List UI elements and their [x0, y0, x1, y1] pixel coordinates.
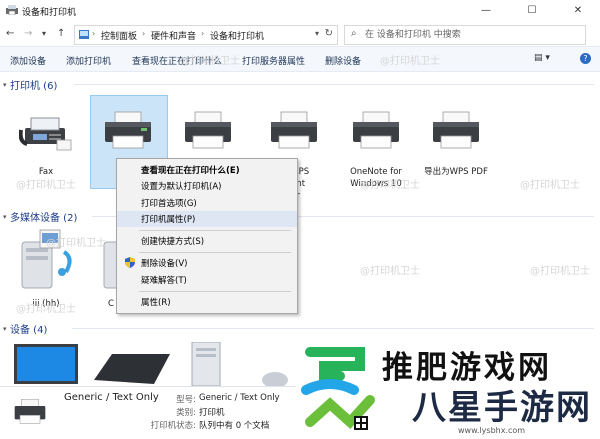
watermark-text: @打印机卫士: [16, 304, 76, 315]
menu-item-create-shortcut[interactable]: 创建快捷方式(S): [117, 233, 297, 249]
menu-item-properties[interactable]: 属性(R): [117, 294, 297, 310]
menu-item-remove-device[interactable]: 删除设备(V): [117, 255, 297, 271]
printer-icon: [271, 111, 317, 149]
mouse-icon: [262, 372, 288, 388]
context-menu: 查看现在正在打印什么(E) 设置为默认打印机(A) 打印首选项(G) 打印机属性…: [116, 158, 298, 314]
breadcrumb-control-panel[interactable]: 控制面板: [101, 29, 137, 42]
promo-logo-icon: [301, 347, 375, 430]
menu-separator: [139, 252, 291, 253]
uac-shield-icon: [125, 257, 135, 268]
menu-item-troubleshoot[interactable]: 疑难解答(T): [117, 272, 297, 288]
printer-icon: [14, 399, 46, 424]
watermark-text: @打印机卫士: [520, 180, 580, 191]
printer-icon: [433, 111, 479, 149]
watermark-text: @打印机卫士: [360, 266, 420, 277]
up-arrow-icon[interactable]: ↑: [57, 28, 65, 39]
breadcrumb-devices-printers[interactable]: 设备和打印机: [210, 29, 264, 42]
menu-item-see-whats-printing[interactable]: 查看现在正在打印什么(E): [117, 162, 297, 178]
breadcrumb-separator: ›: [142, 29, 146, 38]
section-divider: [72, 328, 594, 329]
promo-subtitle: 八星手游网: [412, 388, 592, 428]
keyboard-icon: [94, 354, 170, 384]
details-model-value: Generic / Text Only: [199, 393, 280, 403]
command-bar: 添加设备 添加打印机 查看现在正在打印什么 打印服务器属性 删除设备 ▤ ▾ ?: [0, 46, 600, 72]
details-category-value: 打印机: [199, 408, 225, 418]
monitor-icon: [14, 344, 78, 384]
printers-section-header[interactable]: 打印机 (6): [10, 77, 57, 92]
recent-locations-dropdown-icon[interactable]: ▾: [42, 29, 46, 38]
menu-item-printer-properties[interactable]: 打印机属性(P): [117, 211, 297, 227]
close-button[interactable]: ✕: [556, 0, 600, 22]
forward-arrow-icon[interactable]: →: [24, 28, 32, 39]
details-model-key: 型号:: [176, 395, 196, 405]
details-category-key: 类别:: [176, 408, 196, 418]
breadcrumb-separator: ›: [201, 29, 205, 38]
menu-item-set-default[interactable]: 设置为默认打印机(A): [117, 178, 297, 194]
collapse-chevron-icon[interactable]: ▾: [3, 213, 7, 221]
section-divider: [74, 84, 594, 85]
print-server-properties-button[interactable]: 打印服务器属性: [242, 54, 305, 67]
watermark-text: @打印机卫士: [380, 56, 440, 67]
menu-separator: [139, 230, 291, 231]
printer-folder-icon: [6, 5, 18, 15]
printer-label: 导出为WPS PDF: [424, 167, 488, 177]
menu-separator: [139, 291, 291, 292]
breadcrumb-hardware-sound[interactable]: 硬件和声音: [151, 29, 196, 42]
devices-section-header[interactable]: 设备 (4): [10, 321, 47, 336]
details-device-name: Generic / Text Only: [64, 392, 159, 403]
printer-wps-pdf[interactable]: 导出为WPS PDF: [420, 110, 492, 180]
back-arrow-icon[interactable]: ←: [6, 28, 14, 39]
fax-icon: [19, 117, 72, 151]
search-icon: ⌕: [351, 28, 357, 39]
details-state-key: 打印机状态:: [150, 421, 196, 431]
collapse-chevron-icon[interactable]: ▾: [3, 81, 7, 89]
watermark-text: @打印机卫士: [16, 180, 76, 191]
add-device-button[interactable]: 添加设备: [10, 54, 46, 67]
remove-device-button[interactable]: 删除设备: [325, 54, 361, 67]
multimedia-section-header[interactable]: 多媒体设备 (2): [10, 209, 77, 224]
search-input[interactable]: [365, 28, 575, 41]
search-box[interactable]: ⌕: [344, 25, 586, 45]
minimize-button[interactable]: —: [464, 0, 508, 22]
breadcrumb-separator: ›: [92, 29, 96, 38]
maximize-button[interactable]: ☐: [510, 0, 554, 22]
computer-tower-icon: [191, 342, 221, 387]
watermark-text: @打印机卫士: [46, 238, 106, 249]
promo-url: www.lysbhx.com: [458, 426, 526, 435]
address-dropdown-icon[interactable]: ▾: [315, 29, 319, 38]
printer-icon: [185, 111, 231, 149]
watermark-text: @打印机卫士: [180, 56, 240, 67]
window-title: 设备和打印机: [22, 8, 77, 18]
change-view-icon[interactable]: ▤ ▾: [534, 53, 550, 63]
printer-icon: [105, 111, 151, 149]
collapse-chevron-icon[interactable]: ▾: [3, 325, 7, 333]
watermark-text: @打印机卫士: [530, 266, 590, 277]
address-bar[interactable]: › 控制面板 › 硬件和声音 › 设备和打印机 ▾ ↻: [74, 25, 338, 45]
menu-item-printing-preferences[interactable]: 打印首选项(G): [117, 195, 297, 211]
refresh-icon[interactable]: ↻: [325, 28, 333, 39]
control-panel-icon: [79, 30, 89, 39]
promo-overlay: 推肥游戏网 八星手游网 www.lysbhx.com: [296, 340, 600, 438]
help-icon[interactable]: ?: [580, 53, 591, 64]
printer-icon: [353, 111, 399, 149]
navigation-bar: ← → ▾ ↑ › 控制面板 › 硬件和声音 › 设备和打印机 ▾ ↻ ⌕: [0, 22, 600, 46]
watermark-text: @打印机卫士: [360, 180, 420, 191]
details-state-value: 队列中有 0 个文档: [199, 421, 270, 431]
printer-fax[interactable]: Fax: [10, 110, 82, 180]
add-printer-button[interactable]: 添加打印机: [66, 54, 111, 67]
title-bar: 设备和打印机 — ☐ ✕: [0, 0, 600, 22]
